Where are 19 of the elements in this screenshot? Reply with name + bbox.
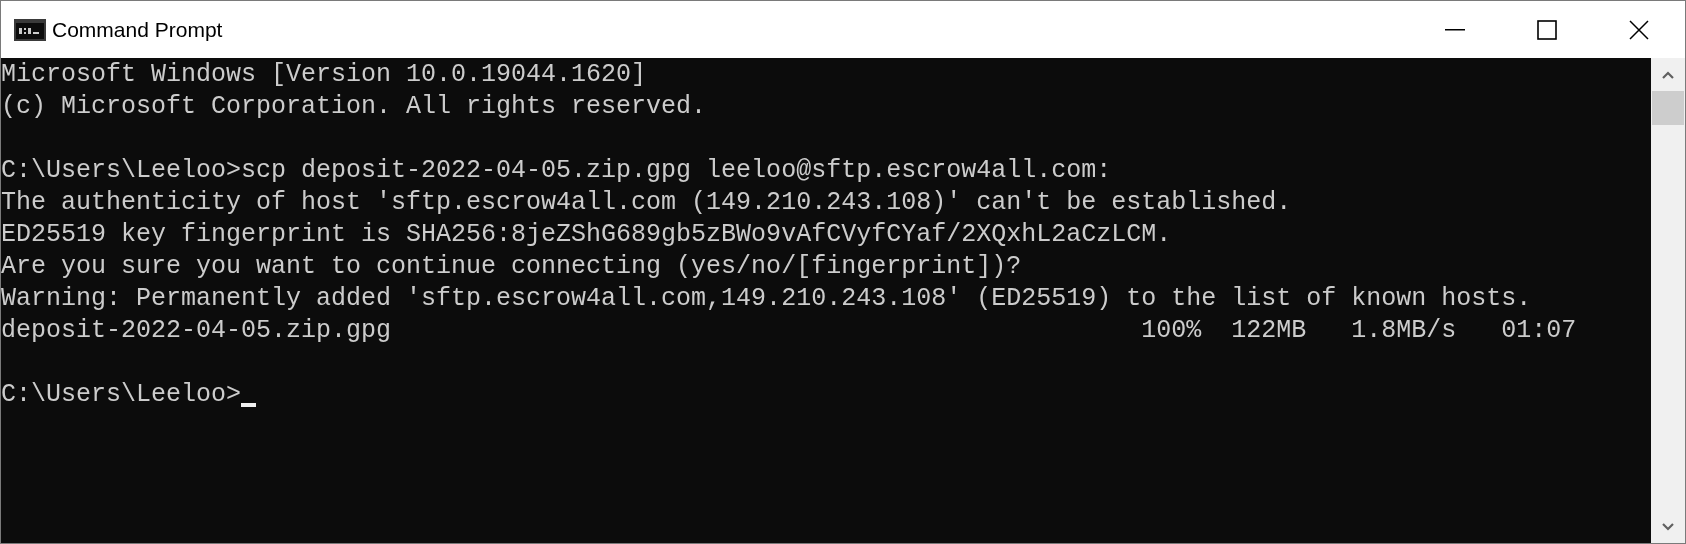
text-cursor: [241, 403, 257, 407]
console-line: The authenticity of host 'sftp.escrow4all.com (149.210.243.108)' can't be established.: [1, 187, 1292, 219]
console-line: C:\Users\Leeloo>: [1, 379, 242, 411]
maximize-icon: [1537, 19, 1557, 40]
console-line: Microsoft Windows [Version 10.0.19044.1620]: [1, 59, 647, 91]
console-line: Are you sure you want to continue connecting (yes/no/[fingerprint])?: [1, 251, 1022, 283]
window-title: Command Prompt: [52, 16, 223, 43]
minimize-icon: [1445, 28, 1465, 31]
vertical-scrollbar[interactable]: [1651, 58, 1685, 543]
console-line: (c) Microsoft Corporation. All rights reserved.: [1, 91, 707, 123]
console-line: C:\Users\Leeloo>scp deposit-2022-04-05.zip.gpg leeloo@sftp.escrow4all.com:: [1, 155, 1112, 187]
console-line: ED25519 key fingerprint is SHA256:8jeZShG689gb5zBWo9vAfCVyfCYaf/2XQxhL2aCzLCM.: [1, 219, 1172, 251]
console-app-icon: [14, 18, 46, 41]
scroll-up-icon[interactable]: [1662, 70, 1674, 79]
console-line: deposit-2022-04-05.zip.gpg 100% 122MB 1.8MB/s 01:07: [1, 315, 1577, 347]
console-line: Warning: Permanently added 'sftp.escrow4all.com,149.210.243.108' (ED25519) to the list of known hosts.: [1, 283, 1532, 315]
scroll-down-icon[interactable]: [1662, 522, 1674, 531]
scrollbar-thumb[interactable]: [1652, 91, 1684, 125]
close-icon: [1629, 19, 1649, 40]
